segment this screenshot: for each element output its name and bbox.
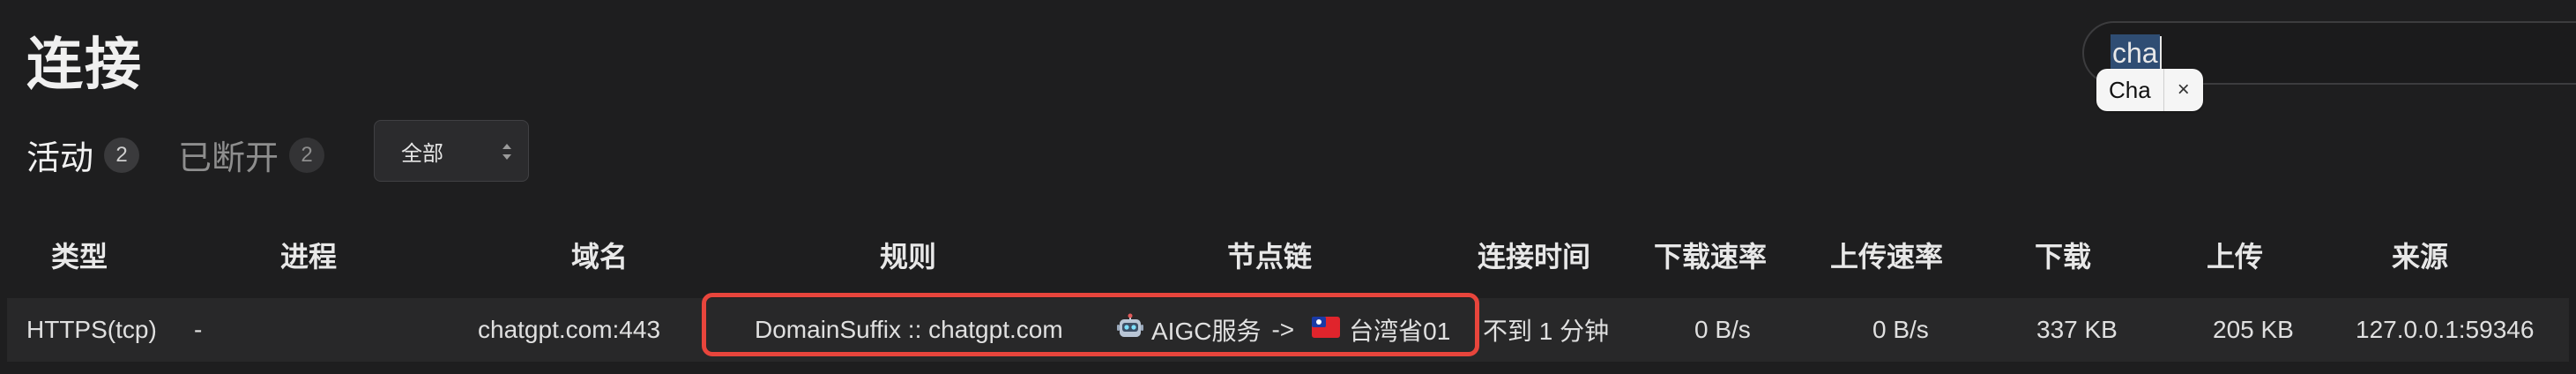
cell-chain: AIGC服务 -> 台湾省01 <box>1107 312 1450 348</box>
header-chain[interactable]: 节点链 <box>1076 235 1463 275</box>
chain-arrow: -> <box>1271 316 1295 343</box>
cell-ul-speed: 0 B/s <box>1872 316 1929 343</box>
header-process[interactable]: 进程 <box>159 235 458 275</box>
cell-time: 不到 1 分钟 <box>1483 318 1610 345</box>
header-dl-speed[interactable]: 下载速率 <box>1604 235 1816 275</box>
chain-group: AIGC服务 <box>1151 318 1262 345</box>
tab-closed-label: 已断开 <box>178 138 279 177</box>
page-title: 连接 <box>26 33 143 98</box>
search-chip-label[interactable]: Cha <box>2096 69 2164 111</box>
cell-host: chatgpt.com:443 <box>478 316 661 343</box>
header-download[interactable]: 下载 <box>1957 235 2169 275</box>
tab-closed[interactable]: 已断开 2 <box>178 131 325 179</box>
cell-type: HTTPS(tcp) <box>26 316 157 343</box>
chain-node: 台湾省01 <box>1349 318 1451 345</box>
cell-download: 337 KB <box>2036 316 2118 343</box>
header-time[interactable]: 连接时间 <box>1463 235 1604 275</box>
header-upload[interactable]: 上传 <box>2169 235 2301 275</box>
cell-rule: DomainSuffix :: chatgpt.com <box>755 316 1063 343</box>
tab-active-label: 活动 <box>26 138 94 177</box>
close-icon[interactable]: × <box>2164 69 2203 111</box>
search-input-value[interactable]: cha <box>2111 34 2160 71</box>
tab-active[interactable]: 活动 2 <box>26 131 140 179</box>
cell-dl-speed: 0 B/s <box>1694 316 1751 343</box>
tab-active-count: 2 <box>104 137 140 173</box>
header-rule[interactable]: 规则 <box>741 235 1076 275</box>
header-type[interactable]: 类型 <box>0 235 159 275</box>
filter-select-value: 全部 <box>401 141 443 166</box>
tab-closed-count: 2 <box>289 137 325 173</box>
filter-select[interactable]: 全部 <box>374 120 529 182</box>
text-caret <box>2159 36 2162 70</box>
search-chip[interactable]: Cha × <box>2096 69 2203 111</box>
robot-icon <box>1116 313 1144 348</box>
cell-source: 127.0.0.1:59346 <box>2356 316 2535 343</box>
header-source[interactable]: 来源 <box>2301 235 2539 275</box>
table-row[interactable]: HTTPS(tcp) - chatgpt.com:443 DomainSuffi… <box>7 298 2569 362</box>
header-ul-speed[interactable]: 上传速率 <box>1816 235 1957 275</box>
table-header: 类型 进程 域名 规则 节点链 连接时间 下载速率 上传速率 下载 上传 来源 <box>0 231 2576 279</box>
cell-process: - <box>194 316 203 343</box>
header-host[interactable]: 域名 <box>458 235 741 275</box>
connections-page: 连接 cha Cha × 活动 2 已断开 2 全部 类型 进程 域名 规则 节… <box>0 0 2576 374</box>
flag-icon <box>1312 316 1341 344</box>
cell-upload: 205 KB <box>2213 316 2294 343</box>
connection-tabs: 活动 2 已断开 2 <box>26 131 363 179</box>
select-arrows-icon <box>502 142 512 161</box>
